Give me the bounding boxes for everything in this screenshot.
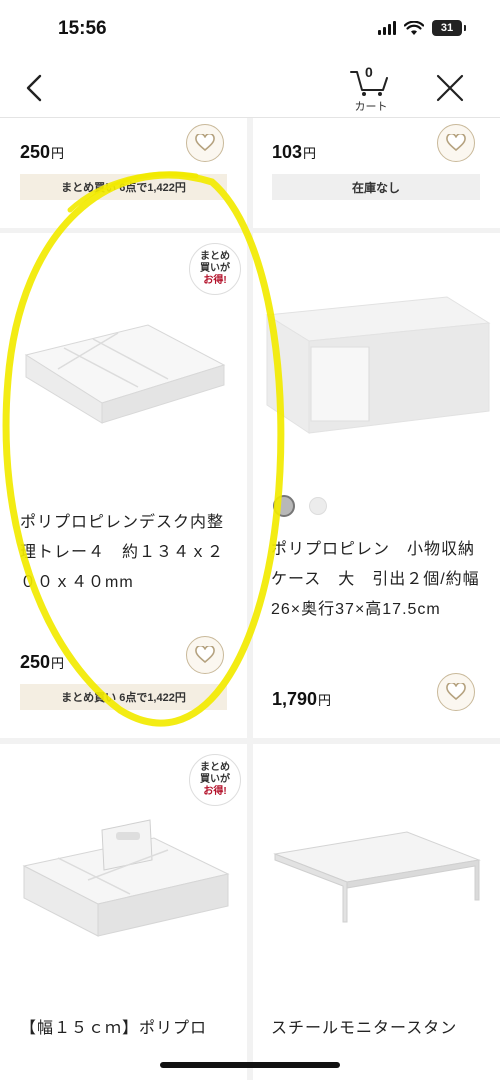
product-name: 【幅１５ｃｍ】ポリプロ [20,1020,208,1037]
product-grid: 250円 まとめ買い 6点で1,422円 103円 在庫なし まとめ 買いが お… [0,118,500,1080]
favorite-button[interactable] [437,124,475,162]
status-icons: 31 [378,20,466,36]
product-name: ポリプロピレン 小物収納ケース 大 引出２個/約幅26×奥行37×高17.5cm [271,541,480,618]
bulk-discount-badge: まとめ 買いが お得! [189,243,241,295]
heart-icon [195,134,215,152]
cart-label: カート [354,101,388,113]
stock-status-tag: 在庫なし [272,174,480,200]
cart-button[interactable]: 0 カート [343,62,399,114]
heart-icon [446,134,466,152]
product-price: 103円 [272,142,317,162]
close-icon [436,74,464,102]
color-swatch-gray[interactable] [273,495,295,517]
product-card[interactable]: まとめ 買いが お得! 【幅１５ｃｍ】ポリプロ [0,744,247,1080]
promo-tag: まとめ買い 6点で1,422円 [20,174,227,200]
product-image [273,831,481,923]
battery-icon: 31 [432,20,466,36]
status-time: 15:56 [58,18,107,39]
favorite-button[interactable] [186,124,224,162]
product-card[interactable]: ポリプロピレン 小物収納ケース 大 引出２個/約幅26×奥行37×高17.5cm… [253,233,500,738]
product-price: 250円 [20,142,65,162]
product-image [22,819,230,937]
back-button[interactable] [18,70,54,106]
product-price: 250円 [20,652,65,672]
favorite-button[interactable] [437,673,475,711]
product-name: ポリプロピレンデスク内整理トレー４ 約１３４ｘ２００ｘ４０mm [20,514,225,591]
cart-count: 0 [365,64,373,80]
color-swatch-light[interactable] [309,497,327,515]
product-card[interactable]: まとめ 買いが お得! ポリプロピレンデスク内整理トレー４ 約１３４ｘ２００ｘ４… [0,233,247,738]
status-bar: 15:56 31 [0,0,500,58]
product-image [24,324,226,424]
nav-bar: 0 カート [0,58,500,118]
product-card[interactable]: 103円 在庫なし [253,118,500,228]
chevron-left-icon [26,74,42,102]
product-price: 1,790円 [272,689,332,709]
wifi-icon [404,20,424,35]
promo-tag: まとめ買い 6点で1,422円 [20,684,227,710]
signal-icon [378,21,396,35]
product-name: スチールモニタースタン [271,1020,458,1037]
product-card[interactable]: 250円 まとめ買い 6点で1,422円 [0,118,247,228]
home-indicator [160,1062,340,1068]
product-card[interactable]: スチールモニタースタン [253,744,500,1080]
favorite-button[interactable] [186,636,224,674]
heart-icon [446,683,466,701]
heart-icon [195,646,215,664]
close-button[interactable] [432,70,468,106]
product-image [265,296,491,434]
